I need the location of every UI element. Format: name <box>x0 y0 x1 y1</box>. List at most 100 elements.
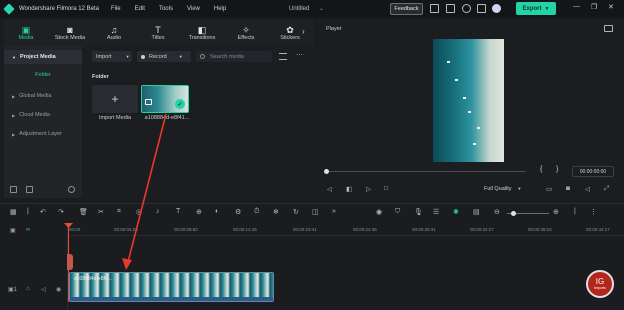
zoom-in-icon[interactable]: ⊕ <box>553 208 559 216</box>
freeze-icon[interactable]: ❄ <box>273 208 279 216</box>
maximize-icon[interactable]: ❐ <box>591 3 597 11</box>
tab-media[interactable]: ▣ Media <box>4 20 48 46</box>
sidebar-item-cloud-media[interactable]: ▶ Cloud Media <box>4 108 82 122</box>
media-clip-label: a108884d-e8f41... <box>144 115 190 121</box>
redo-icon[interactable]: ↷ <box>58 208 64 216</box>
snapshot-icon[interactable] <box>604 25 613 32</box>
folder-icon[interactable] <box>26 186 33 193</box>
playhead-tab[interactable] <box>67 254 73 270</box>
import-media-label: Import Media <box>98 115 132 121</box>
prev-frame-icon[interactable]: ◁ <box>327 185 332 193</box>
collapse-icon[interactable] <box>68 186 75 193</box>
arrow-head <box>122 258 132 270</box>
record-icon <box>141 54 145 59</box>
account-icon[interactable] <box>462 4 471 13</box>
chevron-right-icon[interactable]: › <box>302 27 305 36</box>
lock-icon[interactable]: ⌂ <box>26 286 30 292</box>
more-vertical-icon[interactable]: ⋮ <box>590 208 597 216</box>
adjust-icon[interactable]: ⚙ <box>235 208 241 216</box>
ruler-label: 00:00 <box>69 227 81 232</box>
import-label: Import <box>96 53 112 60</box>
tab-label: Titles <box>151 35 165 41</box>
minimize-icon[interactable]: — <box>573 3 580 10</box>
screen-icon[interactable] <box>430 4 439 13</box>
fullscreen-icon[interactable]: ⤢ <box>604 185 609 193</box>
media-panel <box>84 46 316 198</box>
render-icon[interactable]: ◉ <box>376 208 382 216</box>
document-title[interactable]: Untitled <box>289 6 309 12</box>
text-icon[interactable]: T <box>176 208 180 215</box>
voiceover-icon[interactable]: ☰ <box>433 208 439 216</box>
undo-icon[interactable]: ↶ <box>40 208 46 216</box>
split-screen-icon[interactable]: ▤ <box>473 208 480 216</box>
mark-out-button[interactable]: } <box>556 166 558 173</box>
add-track-icon[interactable]: ▣ <box>10 227 16 234</box>
color-icon[interactable]: ◎ <box>136 208 142 216</box>
shield-icon[interactable]: ⛉ <box>395 208 400 216</box>
grid-icon[interactable]: ▦ <box>10 208 17 216</box>
close-icon[interactable]: ✕ <box>608 3 614 11</box>
chevron-right-icon: ▶ <box>12 131 16 137</box>
sidebar-item-adjustment-layer[interactable]: ▶ Adjustment Layer <box>4 127 82 141</box>
sidebar-item-global-media[interactable]: ▶ Global Media <box>4 89 82 103</box>
tab-effects[interactable]: ✧ Effects <box>224 20 268 46</box>
quality-dropdown[interactable]: Full Quality ▼ <box>484 183 538 194</box>
audio-edit-icon[interactable]: ♪ <box>156 208 160 215</box>
mute-icon[interactable]: ◁ <box>41 286 46 293</box>
document-dropdown-icon[interactable]: ⌄ <box>319 5 324 12</box>
chevron-down-icon: ▼ <box>178 54 183 59</box>
sidebar-item-folder[interactable]: Folder <box>4 68 82 82</box>
menu-help[interactable]: Help <box>214 6 226 12</box>
camera-icon[interactable]: ◙ <box>566 185 570 192</box>
crop-icon[interactable]: ⌗ <box>117 208 121 216</box>
cut-icon[interactable]: ✂ <box>98 208 104 216</box>
motion-icon[interactable]: ↻ <box>293 208 299 216</box>
titles-icon: T <box>155 25 161 35</box>
filter-icon[interactable] <box>279 53 287 60</box>
feedback-button[interactable]: Feedback <box>390 3 423 15</box>
playback-knob[interactable] <box>324 169 329 174</box>
tab-audio[interactable]: ♫ Audio <box>92 20 136 46</box>
sidebar-item-project-media[interactable]: ▼ Project Media <box>4 50 82 64</box>
search-input[interactable]: Search media <box>196 51 272 62</box>
stop-icon[interactable]: □ <box>384 185 388 192</box>
display-icon[interactable]: ▭ <box>546 185 552 193</box>
record-dropdown[interactable]: Record ▼ <box>137 51 191 62</box>
export-button[interactable]: Export ▼ <box>516 2 556 15</box>
import-dropdown[interactable]: Import ▼ <box>92 51 132 62</box>
ai-icon[interactable]: ✺ <box>453 208 459 216</box>
layout-icon[interactable] <box>446 4 455 13</box>
stock-media-icon: ◙ <box>67 25 73 35</box>
speed-icon[interactable]: ◐ <box>215 208 219 215</box>
mark-in-button[interactable]: { <box>540 166 542 173</box>
eye-icon[interactable]: ◉ <box>56 286 61 293</box>
zoom-in-clip-icon[interactable]: ⊕ <box>196 208 202 216</box>
zoom-slider-knob[interactable] <box>511 211 516 216</box>
play-icon[interactable]: ▷ <box>366 185 371 193</box>
menu-view[interactable]: View <box>187 6 200 12</box>
link-icon[interactable]: ∞ <box>26 227 30 233</box>
new-folder-icon[interactable] <box>10 186 17 193</box>
more-options-icon[interactable]: ⋯ <box>296 51 303 59</box>
menu-tools[interactable]: Tools <box>159 6 173 12</box>
tab-stickers[interactable]: ✿ Stickers <box>268 20 312 46</box>
notification-icon[interactable] <box>477 4 486 13</box>
volume-icon[interactable]: ◁ <box>585 185 590 193</box>
tab-stock-media[interactable]: ◙ Stock Media <box>48 20 92 46</box>
zoom-out-icon[interactable]: ⊖ <box>494 208 500 216</box>
select-icon[interactable]: | <box>27 208 29 215</box>
mask-icon[interactable]: ◫ <box>312 208 319 216</box>
playback-progress-bar[interactable] <box>326 171 526 172</box>
tab-titles[interactable]: T Titles <box>136 20 180 46</box>
menu-edit[interactable]: Edit <box>135 6 145 12</box>
import-media-tile[interactable]: + <box>92 85 138 113</box>
delete-icon[interactable]: 🗑 <box>79 208 88 216</box>
tab-transitions[interactable]: ◧ Transitions <box>180 20 224 46</box>
sidebar-item-label: Project Media <box>19 54 56 60</box>
step-back-icon[interactable]: ◧ <box>346 185 352 193</box>
menu-file[interactable]: File <box>111 6 121 12</box>
profile-avatar[interactable] <box>492 4 501 13</box>
more-tools-icon[interactable]: » <box>332 208 336 215</box>
microphone-icon[interactable]: 🎙 <box>414 208 423 216</box>
duration-icon[interactable]: ⏱ <box>254 208 259 216</box>
